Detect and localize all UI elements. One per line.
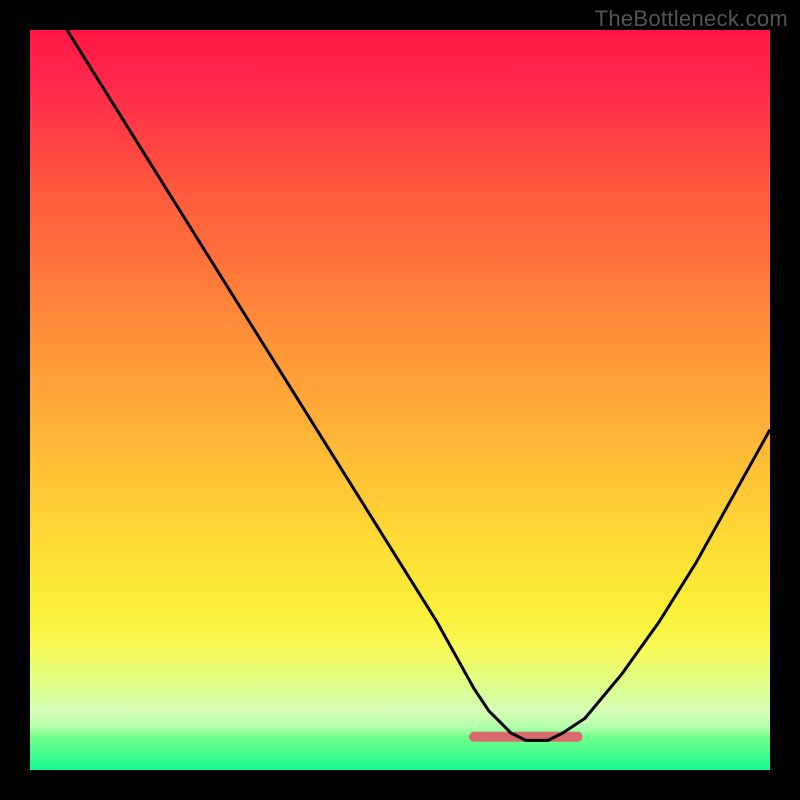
plot-area — [30, 30, 770, 770]
watermark-text: TheBottleneck.com — [595, 6, 788, 32]
curve-svg — [30, 30, 770, 770]
chart-frame: TheBottleneck.com — [0, 0, 800, 800]
bottleneck-curve — [67, 30, 770, 740]
